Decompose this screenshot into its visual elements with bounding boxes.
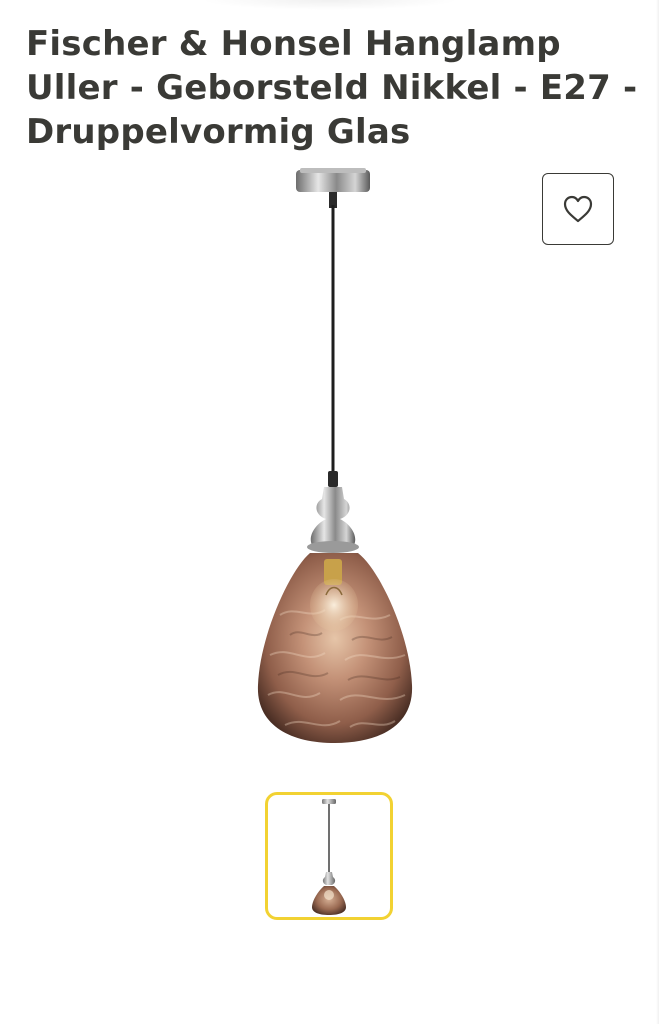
- pendant-lamp-thumbnail: [312, 799, 346, 915]
- product-title: Fischer & Honsel Hanglamp Uller - Gebors…: [26, 22, 638, 154]
- top-shadow: [200, 0, 460, 10]
- heart-icon: [563, 195, 593, 223]
- favorite-button[interactable]: [542, 173, 614, 245]
- product-title-line-1: Fischer & Honsel Hanglamp: [26, 24, 561, 64]
- gallery-thumbnail[interactable]: [265, 792, 393, 920]
- pendant-lamp-image: [257, 168, 413, 743]
- product-title-line-3: Druppelvormig Glas: [26, 112, 411, 152]
- product-title-line-2: Uller - Geborsteld Nikkel - E27 -: [26, 68, 638, 108]
